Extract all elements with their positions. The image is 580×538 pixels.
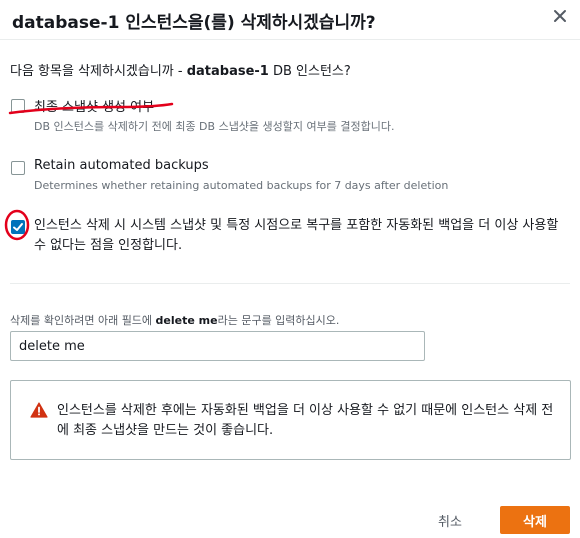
retain-backups-label[interactable]: Retain automated backups [34, 158, 209, 173]
divider [10, 283, 570, 284]
confirm-delete-input[interactable] [10, 331, 425, 361]
warning-alert: 인스턴스를 삭제한 후에는 자동화된 백업을 더 이상 사용할 수 없기 때문에… [10, 380, 571, 460]
dialog-header: database-1 인스턴스을(를) 삭제하시겠습니까? [0, 0, 580, 40]
warning-text: 인스턴스를 삭제한 후에는 자동화된 백업을 더 이상 사용할 수 없기 때문에… [57, 403, 554, 438]
retain-backups-checkbox[interactable] [11, 161, 25, 175]
close-button[interactable] [548, 4, 572, 28]
prompt-instance: database-1 [186, 64, 269, 79]
close-icon [554, 10, 566, 22]
check-icon [13, 223, 23, 231]
warning-icon [30, 402, 48, 418]
confirm-suffix: 라는 문구를 입력하십시오. [217, 314, 340, 327]
dialog-title: database-1 인스턴스을(를) 삭제하시겠습니까? [12, 13, 376, 33]
retain-backups-description: Determines whether retaining automated b… [34, 179, 449, 192]
delete-button[interactable]: 삭제 [500, 506, 570, 534]
confirm-instruction: 삭제를 확인하려면 아래 필드에 delete me라는 문구를 입력하십시오. [10, 312, 339, 328]
delete-prompt: 다음 항목을 삭제하시겠습니까 - database-1 DB 인스턴스? [10, 60, 351, 79]
prompt-prefix: 다음 항목을 삭제하시겠습니까 - [10, 64, 187, 79]
confirm-keyword: delete me [155, 314, 218, 327]
confirm-prefix: 삭제를 확인하려면 아래 필드에 [10, 314, 156, 327]
final-snapshot-label[interactable]: 최종 스냅샷 생성 여부 [34, 96, 154, 115]
final-snapshot-description: DB 인스턴스를 삭제하기 전에 최종 DB 스냅샷을 생성할지 여부를 결정합… [34, 120, 395, 133]
prompt-suffix: DB 인스턴스? [268, 64, 351, 79]
final-snapshot-checkbox[interactable] [11, 99, 25, 113]
acknowledge-label[interactable]: 인스턴스 삭제 시 시스템 스냅샷 및 특정 시점으로 복구를 포함한 자동화된… [34, 216, 564, 256]
cancel-button[interactable]: 취소 [424, 505, 476, 535]
acknowledge-checkbox[interactable] [11, 220, 25, 234]
